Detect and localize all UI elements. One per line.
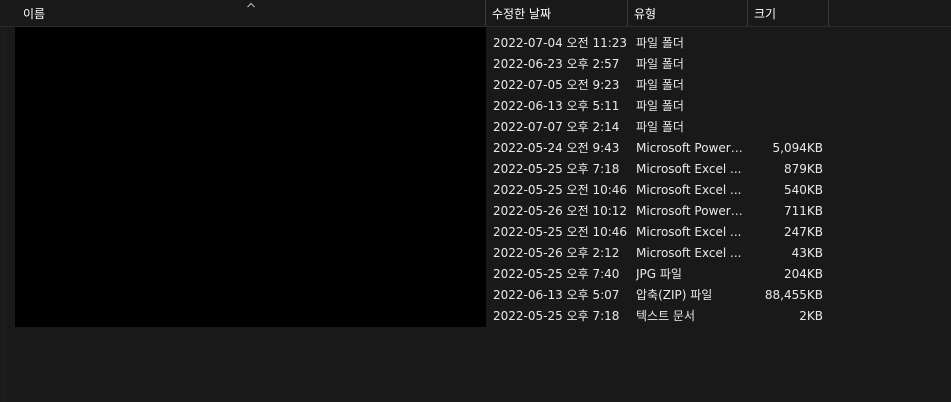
file-date-modified: 2022-07-05 오전 9:23 — [493, 78, 620, 92]
column-header-type-label: 유형 — [634, 7, 657, 21]
file-type: Microsoft Excel ... — [636, 225, 742, 239]
file-date-modified: 2022-05-24 오전 9:43 — [493, 141, 620, 155]
column-header-size[interactable]: 크기 — [748, 0, 829, 26]
column-header-bar: 이름 수정한 날짜 유형 크기 — [0, 0, 951, 27]
file-explorer-details-view: 이름 수정한 날짜 유형 크기 2022-07-04 오전 11:23 파일 폴더… — [0, 0, 951, 402]
left-pane-edge — [0, 0, 7, 402]
file-date-modified: 2022-07-04 오전 11:23 — [493, 36, 628, 50]
file-date-modified: 2022-05-25 오후 7:18 — [493, 309, 620, 323]
file-size: 5,094KB — [772, 141, 823, 155]
sort-ascending-arrow-icon — [247, 2, 255, 8]
file-row[interactable]: 2022-05-25 오후 7:40 JPG 파일 204KB — [486, 264, 831, 285]
file-type: 파일 폴더 — [636, 99, 684, 113]
file-size: 879KB — [783, 162, 823, 176]
file-type: 텍스트 문서 — [636, 309, 696, 323]
file-size — [744, 96, 823, 117]
file-row[interactable]: 2022-05-26 오전 10:12 Microsoft PowerP... 71… — [486, 201, 831, 222]
file-type: Microsoft Excel ... — [636, 162, 742, 176]
file-date-modified: 2022-05-25 오전 10:46 — [493, 183, 628, 197]
file-type: 압축(ZIP) 파일 — [636, 288, 713, 302]
file-size — [744, 75, 823, 96]
file-row[interactable]: 2022-07-07 오후 2:14 파일 폴더 — [486, 117, 831, 138]
file-size: 540KB — [783, 183, 823, 197]
file-size — [744, 117, 823, 138]
file-type: Microsoft Excel ... — [636, 246, 742, 260]
file-date-modified: 2022-06-13 오후 5:11 — [493, 99, 620, 113]
file-row[interactable]: 2022-05-26 오후 2:12 Microsoft Excel ... 43K… — [486, 243, 831, 264]
file-row[interactable]: 2022-07-05 오전 9:23 파일 폴더 — [486, 75, 831, 96]
file-date-modified: 2022-07-07 오후 2:14 — [493, 120, 620, 134]
file-date-modified: 2022-06-13 오후 5:07 — [493, 288, 620, 302]
file-row[interactable]: 2022-05-25 오후 7:18 텍스트 문서 2KB — [486, 306, 831, 327]
file-type: 파일 폴더 — [636, 36, 684, 50]
file-type: Microsoft PowerP... — [636, 141, 744, 155]
file-row[interactable]: 2022-06-13 오후 5:11 파일 폴더 — [486, 96, 831, 117]
file-type: 파일 폴더 — [636, 120, 684, 134]
column-header-type[interactable]: 유형 — [628, 0, 748, 26]
file-row[interactable]: 2022-06-23 오후 2:57 파일 폴더 — [486, 54, 831, 75]
file-type: Microsoft PowerP... — [636, 204, 744, 218]
file-type: 파일 폴더 — [636, 78, 684, 92]
file-row[interactable]: 2022-06-13 오후 5:07 압축(ZIP) 파일 88,455KB — [486, 285, 831, 306]
file-size: 43KB — [791, 246, 823, 260]
column-header-size-label: 크기 — [754, 7, 777, 21]
file-type: 파일 폴더 — [636, 57, 684, 71]
file-row[interactable]: 2022-05-25 오후 7:18 Microsoft Excel ... 879… — [486, 159, 831, 180]
file-date-modified: 2022-06-23 오후 2:57 — [493, 57, 620, 71]
file-date-modified: 2022-05-26 오후 2:12 — [493, 246, 620, 260]
file-date-modified: 2022-05-25 오후 7:18 — [493, 162, 620, 176]
file-size: 204KB — [783, 267, 823, 281]
file-row[interactable]: 2022-05-25 오전 10:46 Microsoft Excel ... 24… — [486, 222, 831, 243]
file-size: 711KB — [783, 204, 823, 218]
file-type: Microsoft Excel ... — [636, 183, 742, 197]
column-header-date-modified[interactable]: 수정한 날짜 — [486, 0, 628, 26]
file-date-modified: 2022-05-26 오전 10:12 — [493, 204, 628, 218]
file-date-modified: 2022-05-25 오후 7:40 — [493, 267, 620, 281]
file-row[interactable]: 2022-05-24 오전 9:43 Microsoft PowerP... 5,0… — [486, 138, 831, 159]
file-size: 247KB — [783, 225, 823, 239]
file-list: 2022-07-04 오전 11:23 파일 폴더 2022-06-23 오후 2:… — [486, 33, 831, 327]
column-header-name-label: 이름 — [23, 7, 46, 21]
file-size: 88,455KB — [764, 288, 823, 302]
file-row[interactable]: 2022-07-04 오전 11:23 파일 폴더 — [486, 33, 831, 54]
redacted-file-names-block — [15, 27, 486, 327]
file-size: 2KB — [799, 309, 823, 323]
file-size — [744, 33, 823, 54]
file-size — [744, 54, 823, 75]
file-type: JPG 파일 — [636, 267, 682, 281]
column-header-date-label: 수정한 날짜 — [492, 7, 552, 21]
file-date-modified: 2022-05-25 오전 10:46 — [493, 225, 628, 239]
file-row[interactable]: 2022-05-25 오전 10:46 Microsoft Excel ... 54… — [486, 180, 831, 201]
